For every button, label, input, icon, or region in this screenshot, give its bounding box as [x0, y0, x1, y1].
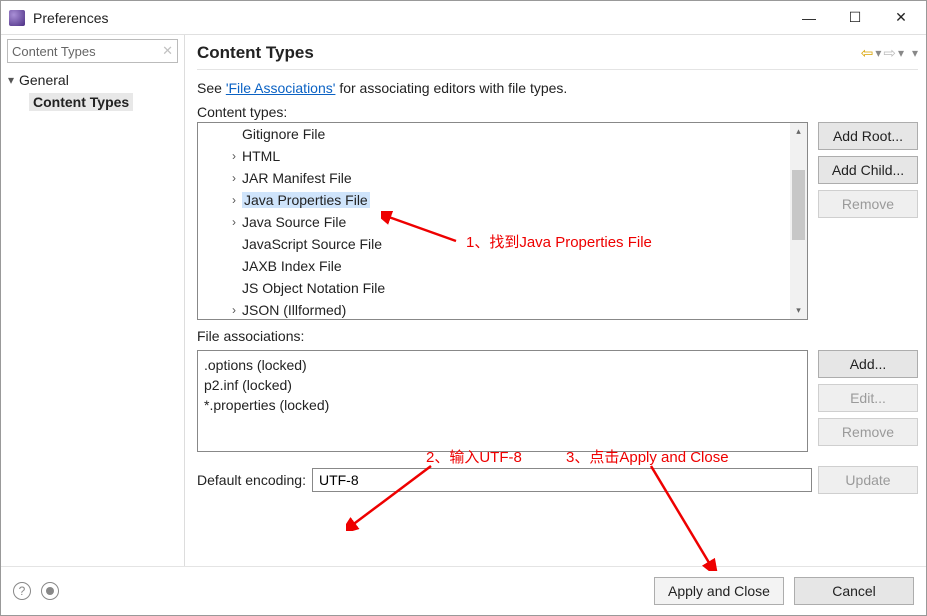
chevron-right-icon: › [228, 171, 240, 185]
content-type-label: JS Object Notation File [242, 280, 385, 296]
chevron-right-icon: › [228, 303, 240, 317]
edit-assoc-button: Edit... [818, 384, 918, 412]
content-type-item[interactable]: ›Gitignore File [198, 123, 790, 145]
content-type-item[interactable]: ›JavaScript Source File [198, 233, 790, 255]
file-assoc-item[interactable]: *.properties (locked) [204, 395, 801, 415]
add-child-button[interactable]: Add Child... [818, 156, 918, 184]
content-type-item[interactable]: ›JSON (Illformed) [198, 299, 790, 319]
import-export-icon[interactable] [41, 582, 59, 600]
content-type-item[interactable]: ›Java Properties File [198, 189, 790, 211]
page-description: See 'File Associations' for associating … [197, 80, 918, 96]
content-type-label: JAXB Index File [242, 258, 342, 274]
content-type-label: JavaScript Source File [242, 236, 382, 252]
content-type-item[interactable]: ›JAR Manifest File [198, 167, 790, 189]
content-type-label: JAR Manifest File [242, 170, 352, 186]
app-icon [9, 10, 25, 26]
remove-type-button: Remove [818, 190, 918, 218]
nav-back-icon[interactable]: ⇦ [861, 44, 874, 62]
scroll-up-icon[interactable]: ▴ [790, 123, 807, 140]
file-associations-list[interactable]: .options (locked)p2.inf (locked)*.proper… [197, 350, 808, 452]
content-type-label: HTML [242, 148, 280, 164]
add-assoc-button[interactable]: Add... [818, 350, 918, 378]
minimize-button[interactable]: — [786, 3, 832, 33]
chevron-down-icon: ▾ [5, 73, 17, 87]
filter-input[interactable]: Content Types ✕ [7, 39, 178, 63]
page-title: Content Types [197, 43, 314, 63]
content-type-label: Java Source File [242, 214, 346, 230]
file-associations-label: File associations: [197, 328, 918, 344]
chevron-right-icon: › [228, 149, 240, 163]
apply-and-close-button[interactable]: Apply and Close [654, 577, 784, 605]
add-root-button[interactable]: Add Root... [818, 122, 918, 150]
toolbar-menu-icon[interactable]: ▾ [912, 46, 918, 60]
preferences-sidebar: Content Types ✕ ▾ General Content Types [1, 35, 184, 566]
remove-assoc-button: Remove [818, 418, 918, 446]
window-title: Preferences [33, 10, 786, 26]
content-types-label: Content types: [197, 104, 918, 120]
update-button: Update [818, 466, 918, 494]
default-encoding-label: Default encoding: [197, 472, 306, 488]
maximize-button[interactable]: ☐ [832, 3, 878, 33]
nav-forward-icon[interactable]: ⇨ [883, 44, 896, 62]
content-type-item[interactable]: ›JS Object Notation File [198, 277, 790, 299]
tree-item-content-types[interactable]: Content Types [1, 91, 184, 113]
content-type-label: Gitignore File [242, 126, 325, 142]
clear-filter-icon[interactable]: ✕ [162, 43, 173, 59]
content-type-label: Java Properties File [242, 192, 370, 208]
file-assoc-item[interactable]: .options (locked) [204, 355, 801, 375]
content-type-item[interactable]: ›HTML [198, 145, 790, 167]
tree-item-general[interactable]: ▾ General [1, 69, 184, 91]
fwd-dropdown-icon[interactable]: ▾ [898, 46, 904, 60]
help-icon[interactable]: ? [13, 582, 31, 600]
content-type-item[interactable]: ›Java Source File [198, 211, 790, 233]
content-type-item[interactable]: ›JAXB Index File [198, 255, 790, 277]
scroll-down-icon[interactable]: ▾ [790, 302, 807, 319]
back-dropdown-icon[interactable]: ▾ [875, 46, 881, 60]
filter-placeholder: Content Types [12, 44, 96, 59]
chevron-right-icon: › [228, 193, 240, 207]
default-encoding-field[interactable] [312, 468, 812, 492]
chevron-right-icon: › [228, 215, 240, 229]
content-types-list[interactable]: ›Gitignore File›HTML›JAR Manifest File›J… [197, 122, 808, 320]
file-associations-link[interactable]: 'File Associations' [226, 80, 336, 96]
file-assoc-item[interactable]: p2.inf (locked) [204, 375, 801, 395]
scrollbar[interactable]: ▴ ▾ [790, 123, 807, 319]
preferences-tree[interactable]: ▾ General Content Types [1, 67, 184, 566]
content-type-label: JSON (Illformed) [242, 302, 346, 318]
close-button[interactable]: ✕ [878, 3, 924, 33]
scroll-thumb[interactable] [792, 170, 805, 240]
cancel-button[interactable]: Cancel [794, 577, 914, 605]
